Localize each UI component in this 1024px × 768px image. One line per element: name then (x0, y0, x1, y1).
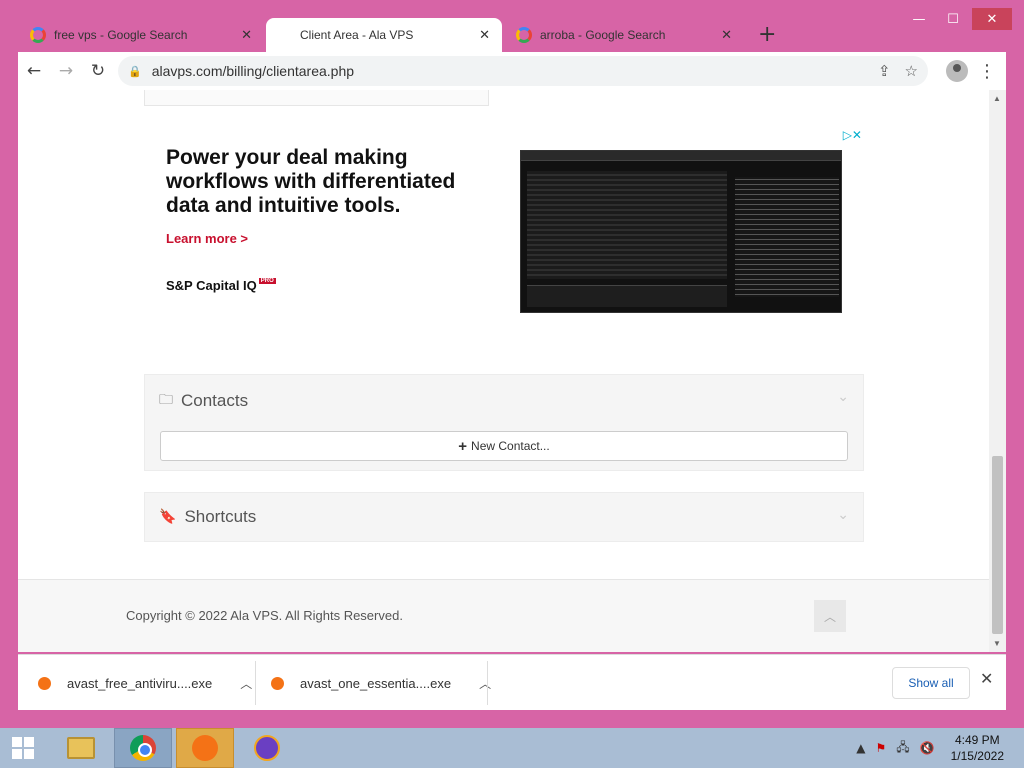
scroll-down-arrow[interactable]: ▼ (993, 639, 1001, 648)
windows-taskbar: ▲ ⚑ 🖧 🔇 4:49 PM 1/15/2022 (0, 728, 1024, 768)
bookmark-icon: 🔖 (159, 509, 177, 525)
chrome-icon (130, 735, 156, 761)
tab-strip: free vps - Google Search ✕ Client Area -… (18, 18, 1008, 52)
shortcuts-panel-header[interactable]: 🔖 Shortcuts (159, 507, 256, 527)
ad-learn-more-link[interactable]: Learn more > (166, 231, 248, 246)
tray-arrow-icon[interactable]: ▲ (856, 741, 865, 755)
previous-panel-bottom (144, 90, 489, 106)
close-tab-icon[interactable]: ✕ (721, 28, 732, 43)
shortcuts-title: Shortcuts (184, 507, 257, 526)
vpn-lock-icon (254, 735, 280, 761)
page-content: Power your deal making workflows with di… (18, 90, 989, 652)
page-scrollbar[interactable]: ▲ ▼ (989, 90, 1006, 652)
clock-date: 1/15/2022 (950, 749, 1004, 763)
share-icon[interactable]: ⇪ (878, 62, 891, 80)
tab-title: free vps - Google Search (54, 28, 188, 42)
close-tab-icon[interactable]: ✕ (241, 28, 252, 43)
tab-title: arroba - Google Search (540, 28, 666, 42)
browser-menu-icon[interactable]: ⋮ (978, 61, 996, 82)
chevron-down-icon[interactable]: ⌄ (837, 389, 849, 405)
download-filename: avast_free_antiviru....exe (67, 675, 213, 691)
avast-icon (192, 735, 218, 761)
file-explorer-icon (67, 737, 95, 759)
start-button[interactable] (0, 728, 46, 768)
lock-icon[interactable]: 🔒 (128, 65, 142, 78)
tab-arroba[interactable]: arroba - Google Search ✕ (504, 18, 744, 52)
scroll-up-arrow[interactable]: ▲ (993, 94, 1001, 103)
divider (487, 661, 488, 705)
download-item[interactable]: avast_free_antiviru....exe ︿ (18, 655, 252, 711)
profile-avatar[interactable] (946, 60, 968, 82)
ad-choices-icon[interactable]: ▷✕ (843, 128, 862, 142)
ad-brand-name: S&P Capital IQ (166, 278, 257, 293)
close-tab-icon[interactable]: ✕ (479, 28, 490, 43)
download-options-icon[interactable]: ︿ (479, 675, 491, 692)
download-filename: avast_one_essentia....exe (300, 675, 452, 691)
download-shelf: avast_free_antiviru....exe ︿ avast_one_e… (18, 654, 1006, 710)
page-footer: Copyright © 2022 Ala VPS. All Rights Res… (18, 579, 989, 652)
reload-button[interactable]: ↻ (82, 55, 114, 87)
chevron-down-icon[interactable]: ⌄ (837, 507, 849, 523)
new-contact-label: New Contact... (471, 439, 550, 453)
ad-product-screenshot (520, 150, 842, 313)
system-tray: ▲ ⚑ 🖧 🔇 4:49 PM 1/15/2022 (856, 728, 1024, 768)
clock-time: 4:49 PM (954, 733, 1000, 747)
copyright-text: Copyright © 2022 Ala VPS. All Rights Res… (126, 608, 403, 623)
back-to-top-button[interactable]: ︿ (814, 600, 846, 632)
ad-screenshot-table (527, 171, 727, 279)
ad-screenshot-titlebar (521, 151, 841, 161)
browser-toolbar: ← → ↻ 🔒 alavps.com/billing/clientarea.ph… (18, 52, 1006, 90)
windows-logo-icon (12, 737, 34, 759)
address-bar[interactable]: 🔒 alavps.com/billing/clientarea.php ⇪ ☆ (118, 56, 928, 86)
avast-file-icon (271, 676, 284, 690)
download-item[interactable]: avast_one_essentia....exe ︿ (251, 655, 491, 711)
contacts-title: Contacts (181, 391, 249, 410)
folder-icon: 🗀 (159, 392, 173, 408)
ad-pro-badge: PRO (258, 278, 276, 284)
avast-file-icon (38, 676, 51, 690)
back-button[interactable]: ← (18, 55, 50, 87)
taskbar-vpn-app[interactable] (238, 728, 296, 768)
action-center-flag-icon[interactable]: ⚑ (876, 741, 887, 755)
url-text[interactable]: alavps.com/billing/clientarea.php (152, 63, 864, 79)
new-tab-button[interactable]: + (758, 22, 776, 47)
volume-muted-icon[interactable]: 🔇 (920, 741, 935, 755)
ad-screenshot-bottom-pane (527, 285, 727, 307)
advertisement[interactable]: Power your deal making workflows with di… (144, 126, 864, 322)
new-contact-button[interactable]: + New Contact... (160, 431, 848, 461)
contacts-panel: 🗀 Contacts ⌄ + New Contact... (144, 374, 864, 471)
close-shelf-icon[interactable]: ✕ (980, 669, 993, 688)
contacts-panel-header[interactable]: 🗀 Contacts (159, 389, 248, 413)
forward-button[interactable]: → (50, 55, 82, 87)
google-icon (30, 27, 46, 43)
show-all-downloads-button[interactable]: Show all (892, 667, 970, 699)
taskbar-avast[interactable] (176, 728, 234, 768)
shortcuts-panel: 🔖 Shortcuts ⌄ (144, 492, 864, 542)
scroll-thumb[interactable] (992, 456, 1003, 634)
network-icon[interactable]: 🖧 (896, 738, 909, 759)
ad-headline[interactable]: Power your deal making workflows with di… (166, 146, 496, 218)
plus-icon: + (458, 437, 468, 455)
taskbar-file-explorer[interactable] (52, 728, 110, 768)
tab-title: Client Area - Ala VPS (300, 28, 414, 42)
ad-brand-logo: S&P Capital IQ PRO (166, 278, 276, 293)
google-icon (516, 27, 532, 43)
tab-client-area[interactable]: Client Area - Ala VPS ✕ (266, 18, 502, 52)
taskbar-chrome[interactable] (114, 728, 172, 768)
ad-screenshot-news (735, 177, 839, 297)
tab-free-vps[interactable]: free vps - Google Search ✕ (18, 18, 264, 52)
system-clock[interactable]: 4:49 PM 1/15/2022 (951, 732, 1004, 764)
bookmark-star-icon[interactable]: ☆ (905, 62, 918, 80)
